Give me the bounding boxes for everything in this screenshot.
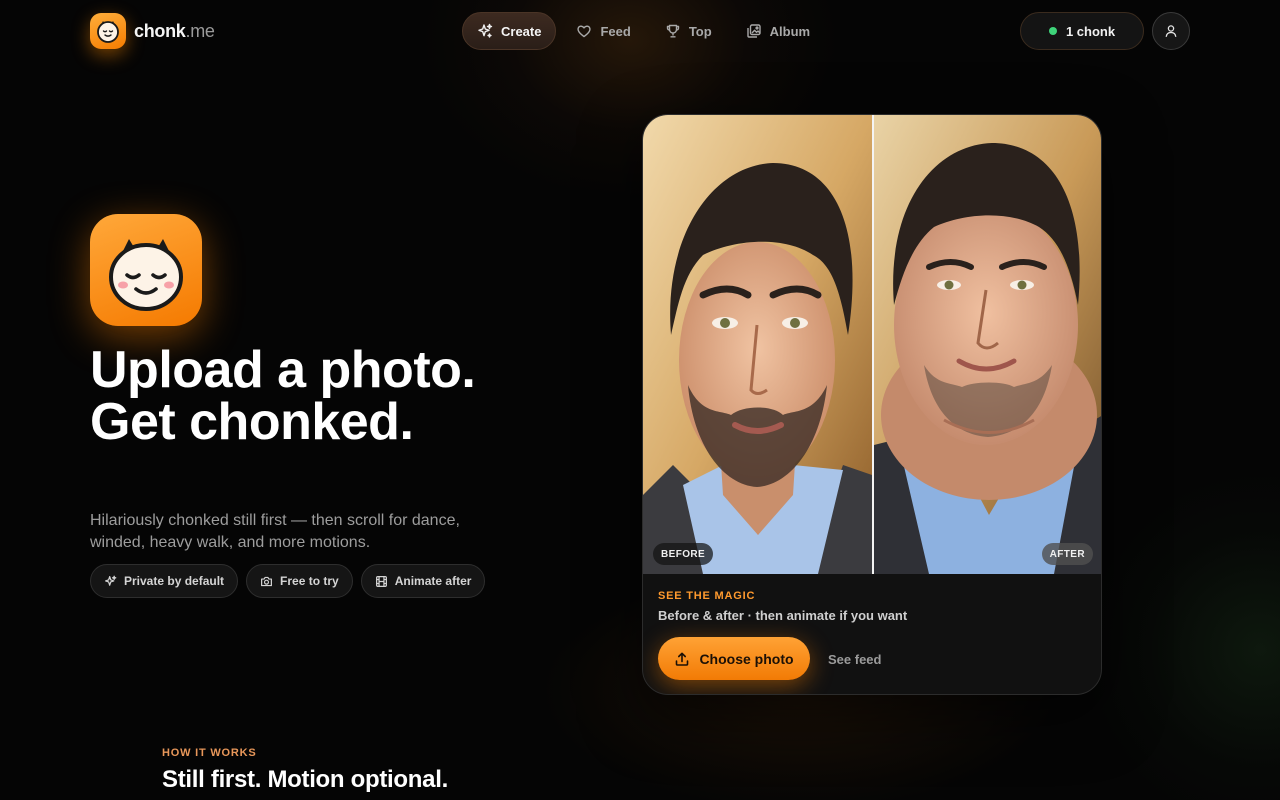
nav-top[interactable]: Top [651,12,726,50]
badge-private: Private by default [90,564,239,598]
film-icon [375,575,387,587]
how-it-works-eyebrow: HOW IT WORKS [162,747,257,759]
nav-create-label: Create [501,23,542,39]
before-photo [643,115,872,574]
camera-icon [261,576,273,586]
credits-label: 1 chonk [1065,23,1116,39]
nav-feed-label: Feed [600,23,631,39]
status-dot [1048,27,1057,35]
card-caption: Before & after · then animate if you wan… [658,608,908,623]
album-icon [746,24,761,38]
before-tag: BEFORE [653,543,714,565]
card-eyebrow: SEE THE MAGIC [658,590,756,602]
heart-icon [577,25,592,38]
hero-headline: Upload a photo. Get chonked. [90,341,476,451]
see-feed-link[interactable]: See feed [828,652,881,667]
before-after-card: BEFORE AFTER SEE THE MAGIC Before & afte… [642,114,1102,695]
after-tag: AFTER [1041,543,1093,565]
user-menu-button[interactable] [1152,12,1190,50]
badge-private-label: Private by default [124,574,225,588]
sparkles-icon [478,23,493,38]
user-icon [1165,25,1177,37]
how-it-works-title: Still first. Motion optional. [162,766,448,793]
smiling-face-icon [90,13,126,49]
badge-animate: Animate after [360,564,486,598]
main-nav: Create Feed Top Album [462,12,824,50]
nav-create[interactable]: Create [462,12,557,50]
badge-animate-label: Animate after [394,574,472,588]
choose-photo-label: Choose photo [699,650,794,667]
badge-free-label: Free to try [280,574,339,588]
nav-top-label: Top [688,23,712,39]
brand-link[interactable]: chonk.me [90,13,215,49]
credits-pill[interactable]: 1 chonk [1020,12,1144,50]
nav-feed[interactable]: Feed [562,12,644,50]
trophy-icon [666,24,680,38]
hero-subhead: Hilariously chonked still first — then s… [90,512,460,551]
sparkles-icon [105,575,117,586]
brand-name: chonk.me [134,20,215,41]
choose-photo-button[interactable]: Choose photo [658,637,810,680]
app-mascot-icon [90,214,202,326]
top-nav: chonk.me Create Feed Top Album 1 chonk [0,0,1280,62]
after-photo [874,115,1101,574]
badge-free: Free to try [246,564,353,598]
nav-album-label: Album [769,23,811,39]
upload-icon [676,652,689,666]
nav-album[interactable]: Album [732,12,824,50]
feature-badges: Private by default Free to try Animate a… [90,564,486,598]
